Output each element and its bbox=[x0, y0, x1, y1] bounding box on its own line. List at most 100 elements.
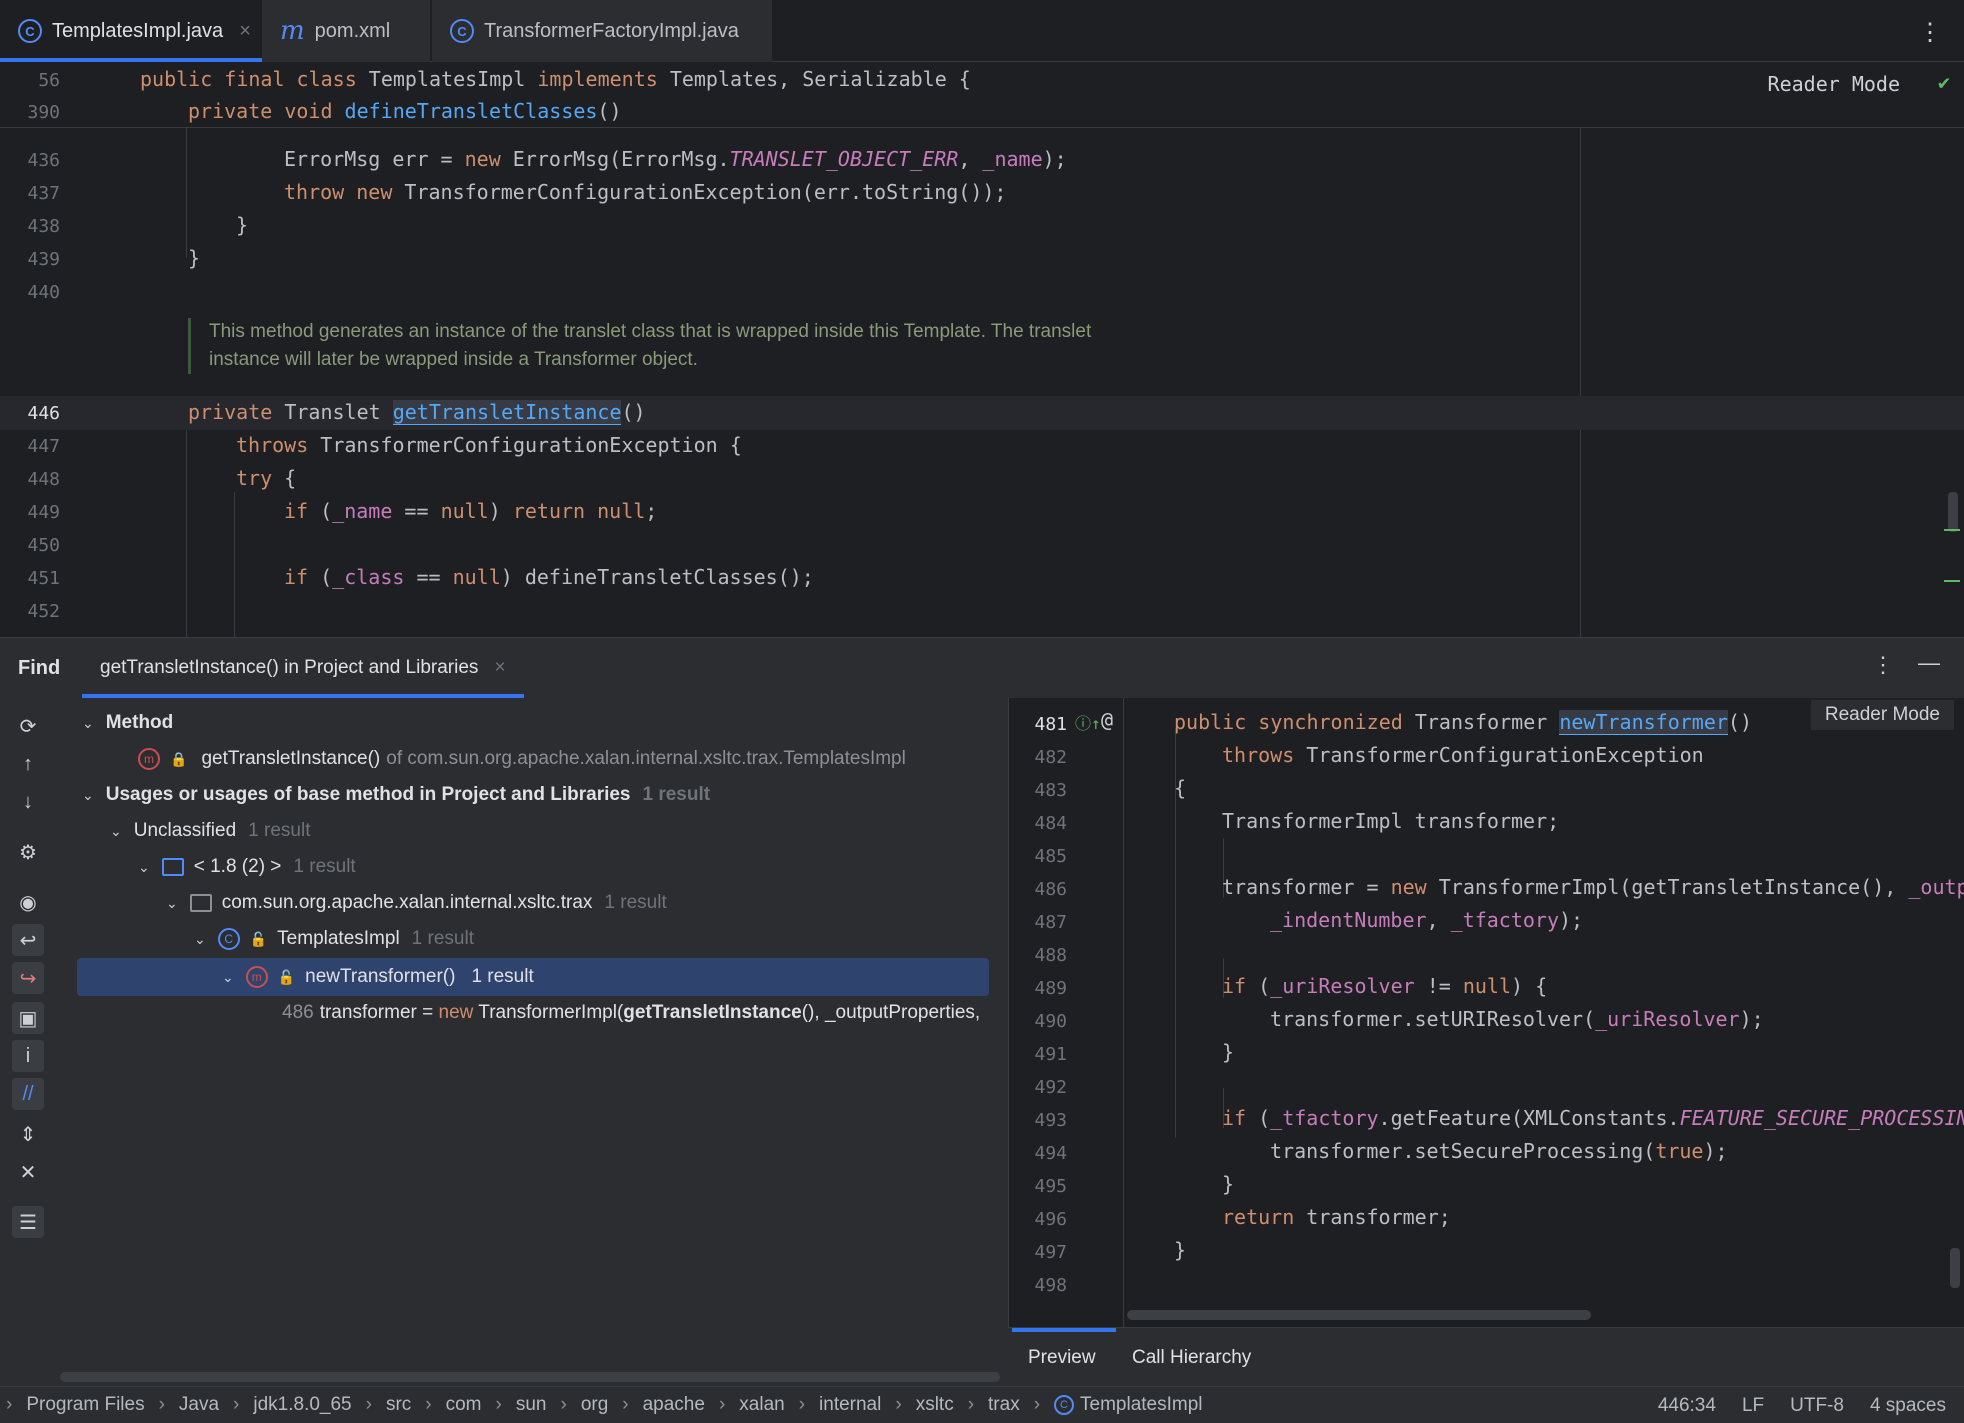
previous-occurrence-icon[interactable]: ↑ bbox=[12, 748, 44, 780]
reader-mode-button[interactable]: Reader Mode bbox=[1810, 700, 1954, 730]
breadcrumb-item[interactable]: xsltc bbox=[916, 1394, 954, 1416]
line-number: 491 bbox=[1034, 1044, 1067, 1065]
chevron-down-icon[interactable]: ⌄ bbox=[82, 715, 94, 732]
tab-label: TransformerFactoryImpl.java bbox=[484, 19, 739, 42]
line-number: 439 bbox=[27, 249, 60, 270]
breadcrumb-item[interactable]: TemplatesImpl bbox=[1080, 1394, 1203, 1416]
indent-setting[interactable]: 4 spaces bbox=[1870, 1395, 1946, 1417]
library-icon bbox=[161, 858, 184, 876]
line-number: 390 bbox=[27, 102, 60, 123]
tree-node-jdk[interactable]: ⌄ < 1.8 (2) > 1 result bbox=[138, 850, 356, 884]
caret-position[interactable]: 446:34 bbox=[1658, 1395, 1716, 1417]
result-count: 1 result bbox=[471, 966, 534, 987]
tab-find-results[interactable]: getTransletInstance() in Project and Lib… bbox=[82, 638, 524, 698]
tab-call-hierarchy[interactable]: Call Hierarchy bbox=[1132, 1328, 1251, 1388]
class-icon: C bbox=[1054, 1395, 1075, 1415]
node-label: Method bbox=[105, 712, 174, 733]
tab-label: Preview bbox=[1028, 1347, 1096, 1368]
code-line: } bbox=[188, 246, 201, 270]
collapse-all-icon[interactable]: ✕ bbox=[12, 1156, 44, 1188]
line-separator[interactable]: LF bbox=[1742, 1395, 1764, 1417]
line-number: 446 bbox=[27, 403, 60, 424]
annotation-gutter-icon[interactable]: @ bbox=[1101, 708, 1113, 732]
code-line: private Translet getTransletInstance() bbox=[188, 400, 646, 425]
usage-row[interactable]: 486 transformer = new TransformerImpl( g… bbox=[282, 996, 990, 1030]
breadcrumb-item[interactable]: trax bbox=[988, 1394, 1020, 1416]
line-number: 56 bbox=[38, 70, 60, 91]
more-options-icon[interactable]: ⋮ bbox=[1872, 652, 1894, 678]
tab-pom[interactable]: m pom.xml bbox=[262, 0, 430, 62]
usage-match: getTransletInstance bbox=[623, 1002, 802, 1023]
chevron-down-icon[interactable]: ⌄ bbox=[138, 859, 150, 876]
tree-node-method-target[interactable]: m 🔒 getTransletInstance() of com.sun.org… bbox=[138, 742, 906, 776]
lock-icon: 🔒 bbox=[170, 750, 188, 767]
expand-all-icon[interactable]: ⇕ bbox=[12, 1118, 44, 1150]
code-line: if (_class == null) defineTransletClasse… bbox=[284, 565, 814, 589]
chevron-down-icon[interactable]: ⌄ bbox=[166, 895, 178, 912]
sticky-line-method: private void defineTransletClasses() bbox=[188, 99, 622, 123]
breadcrumb-item[interactable]: Java bbox=[179, 1394, 219, 1416]
tree-node-class[interactable]: ⌄ C 🔓 TemplatesImpl 1 result bbox=[194, 922, 474, 956]
reader-mode-button[interactable]: Reader Mode bbox=[1768, 72, 1900, 96]
breadcrumb: › Program Files › Java › jdk1.8.0_65 › src ›… bbox=[6, 1394, 1203, 1416]
tab-preview[interactable]: Preview bbox=[1012, 1328, 1116, 1388]
tree-node-usages[interactable]: ⌄ Usages or usages of base method in Pro… bbox=[82, 778, 710, 812]
comments-icon[interactable]: // bbox=[12, 1078, 44, 1110]
line-number: 485 bbox=[1034, 846, 1067, 867]
breadcrumb-item[interactable]: com bbox=[446, 1394, 482, 1416]
tree-node-unclassified[interactable]: ⌄ Unclassified 1 result bbox=[110, 814, 310, 848]
node-label: com.sun.org.apache.xalan.internal.xsltc.… bbox=[221, 892, 593, 913]
vertical-scrollbar[interactable] bbox=[1948, 492, 1958, 532]
tab-templatesimpl[interactable]: C TemplatesImpl.java × bbox=[0, 0, 262, 62]
info-icon[interactable]: i bbox=[12, 1040, 44, 1072]
chevron-down-icon[interactable]: ⌄ bbox=[110, 823, 122, 840]
line-number: 481 bbox=[1034, 714, 1067, 735]
read-access-icon[interactable]: ↩ bbox=[12, 924, 44, 956]
breadcrumb-item[interactable]: jdk1.8.0_65 bbox=[253, 1394, 351, 1416]
breadcrumb-item[interactable]: sun bbox=[516, 1394, 547, 1416]
preview-pane[interactable]: Reader Mode 481 ⓘ↑ @ public synchronized… bbox=[1008, 698, 1964, 1327]
minimize-icon[interactable]: — bbox=[1918, 650, 1940, 676]
method-icon: m bbox=[245, 966, 268, 988]
code-editor[interactable]: 56 public final class TemplatesImpl impl… bbox=[0, 62, 1964, 637]
usage-text: TransformerImpl( bbox=[473, 1002, 624, 1023]
node-label: Unclassified bbox=[133, 820, 237, 841]
line-number: 497 bbox=[1034, 1242, 1067, 1263]
breadcrumb-item[interactable]: internal bbox=[819, 1394, 881, 1416]
close-icon[interactable]: × bbox=[239, 20, 251, 43]
write-access-icon[interactable]: ↪ bbox=[12, 962, 44, 994]
export-icon[interactable]: ☰ bbox=[12, 1206, 44, 1238]
breadcrumb-item[interactable]: Program Files bbox=[26, 1394, 144, 1416]
node-label: getTransletInstance() bbox=[201, 748, 381, 769]
breadcrumb-item[interactable]: xalan bbox=[739, 1394, 784, 1416]
breadcrumb-item[interactable]: apache bbox=[643, 1394, 705, 1416]
code-line: transformer.setSecureProcessing(true); bbox=[1270, 1139, 1728, 1163]
tree-node-new-transformer[interactable]: ⌄ m 🔓 newTransformer() 1 result bbox=[222, 960, 534, 994]
chevron-down-icon[interactable]: ⌄ bbox=[194, 931, 206, 948]
file-encoding[interactable]: UTF-8 bbox=[1790, 1395, 1844, 1417]
line-number: 496 bbox=[1034, 1209, 1067, 1230]
code-line: if (_tfactory.getFeature(XMLConstants.FE… bbox=[1222, 1106, 1964, 1130]
more-tabs-icon[interactable]: ⋮ bbox=[1918, 18, 1942, 47]
tree-node-method[interactable]: ⌄ Method bbox=[82, 706, 173, 740]
implements-gutter-icon[interactable]: ⓘ↑ bbox=[1075, 710, 1101, 734]
code-line: transformer.setURIResolver(_uriResolver)… bbox=[1270, 1007, 1764, 1031]
chevron-down-icon[interactable]: ⌄ bbox=[222, 969, 234, 986]
close-icon[interactable]: × bbox=[494, 657, 505, 679]
tab-label: pom.xml bbox=[314, 19, 391, 42]
tab-transformerfactoryimpl[interactable]: C TransformerFactoryImpl.java bbox=[432, 0, 772, 62]
breadcrumb-item[interactable]: org bbox=[581, 1394, 608, 1416]
chevron-down-icon[interactable]: ⌄ bbox=[82, 787, 94, 804]
group-by-directory-icon[interactable]: ▣ bbox=[12, 1002, 44, 1034]
settings-icon[interactable]: ⚙ bbox=[12, 836, 44, 868]
breadcrumb-item[interactable]: src bbox=[386, 1394, 411, 1416]
horizontal-scrollbar[interactable] bbox=[1127, 1310, 1591, 1320]
tree-horizontal-scrollbar[interactable] bbox=[60, 1372, 1000, 1382]
rerun-icon[interactable]: ⟳ bbox=[12, 710, 44, 742]
next-occurrence-icon[interactable]: ↓ bbox=[12, 786, 44, 818]
code-line: } bbox=[1222, 1172, 1235, 1196]
preview-eye-icon[interactable]: ◉ bbox=[12, 886, 44, 918]
package-icon bbox=[189, 894, 212, 912]
vertical-scrollbar[interactable] bbox=[1950, 1248, 1960, 1288]
tree-node-package[interactable]: ⌄ com.sun.org.apache.xalan.internal.xslt… bbox=[166, 886, 667, 920]
